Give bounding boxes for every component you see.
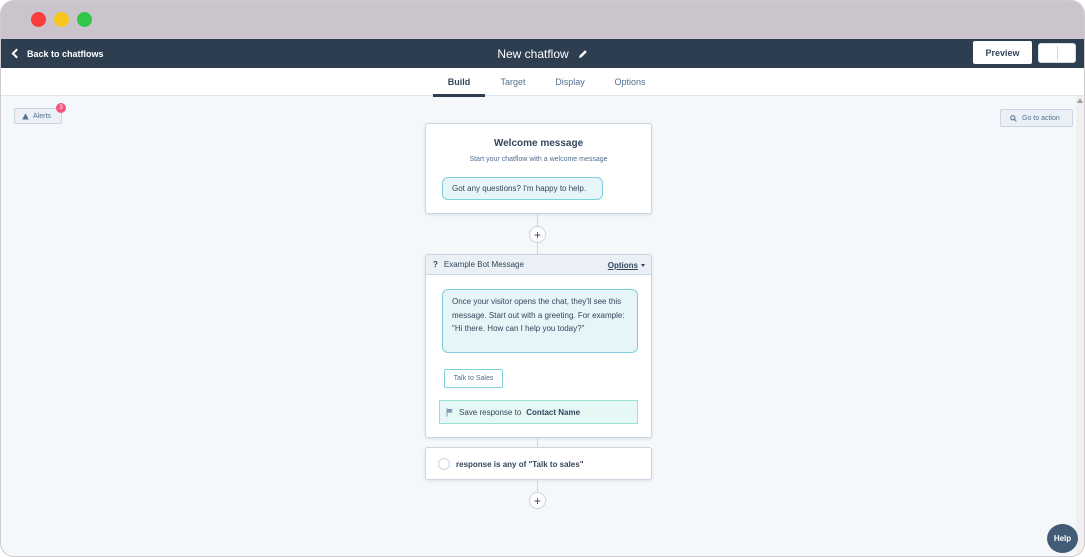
caret-down-icon — [641, 263, 645, 267]
tab-bar: Build Target Display Options — [1, 68, 1084, 97]
question-icon: ? — [433, 260, 438, 269]
talk-to-sales-quick-reply[interactable]: Talk to Sales — [444, 369, 503, 388]
top-navbar: Back to chatflows New chatflow Preview — [1, 39, 1084, 68]
view-toggle-button[interactable] — [1038, 43, 1076, 63]
go-to-action-button[interactable]: Go to action — [1000, 109, 1073, 127]
minimize-window-button[interactable] — [54, 12, 69, 27]
welcome-message-bubble[interactable]: Got any questions? I'm happy to help. — [442, 177, 603, 200]
tab-options[interactable]: Options — [606, 68, 654, 96]
branch-condition-card[interactable]: response is any of "Talk to sales" — [425, 447, 652, 480]
bot-options-label: Options — [607, 260, 638, 270]
alerts-button[interactable]: Alerts — [14, 108, 62, 124]
app-window: Back to chatflows New chatflow Preview B… — [0, 0, 1085, 557]
scroll-up-arrow-icon[interactable] — [1077, 98, 1083, 103]
bot-message-header: ? Example Bot Message Options — [426, 255, 651, 275]
tab-build[interactable]: Build — [433, 68, 485, 97]
bot-options-dropdown[interactable]: Options — [608, 255, 645, 275]
search-icon — [1010, 114, 1017, 122]
flag-icon — [446, 408, 453, 416]
window-titlebar — [1, 1, 1084, 39]
tab-target[interactable]: Target — [489, 68, 537, 96]
tab-display[interactable]: Display — [546, 68, 594, 96]
alerts-label: Alerts — [33, 112, 51, 120]
welcome-subtitle: Start your chatflow with a welcome messa… — [469, 156, 608, 163]
close-window-button[interactable] — [31, 12, 46, 27]
bot-message-title: Example Bot Message — [443, 260, 524, 269]
go-to-action-label: Go to action — [1022, 114, 1060, 122]
branch-radio-icon — [438, 458, 450, 470]
chatflow-title: New chatflow — [1, 39, 1084, 68]
bot-message-bubble[interactable]: Once your visitor opens the chat, they'l… — [442, 289, 638, 353]
add-step-button[interactable]: + — [529, 492, 546, 509]
bot-message-card[interactable]: ? Example Bot Message Options Once your … — [425, 254, 652, 438]
pencil-icon[interactable] — [578, 49, 588, 59]
flow-connector — [537, 438, 538, 447]
welcome-title: Welcome message — [493, 138, 584, 149]
add-step-button[interactable]: + — [529, 226, 546, 243]
maximize-window-button[interactable] — [77, 12, 92, 27]
branch-condition-text: response is any of "Talk to sales" — [456, 460, 584, 469]
alerts-count-badge: 3 — [56, 103, 66, 113]
save-response-prefix: Save response to — [459, 407, 522, 417]
warning-icon — [22, 112, 29, 119]
save-response-property: Contact Name — [526, 407, 581, 417]
chatflow-name: New chatflow — [497, 46, 569, 61]
canvas-scrollbar[interactable] — [1076, 96, 1084, 556]
help-button[interactable]: Help — [1047, 524, 1078, 553]
save-response-row[interactable]: Save response to Contact Name — [439, 400, 638, 424]
preview-button[interactable]: Preview — [973, 41, 1032, 64]
welcome-message-card[interactable]: Welcome message Start your chatflow with… — [425, 123, 652, 214]
